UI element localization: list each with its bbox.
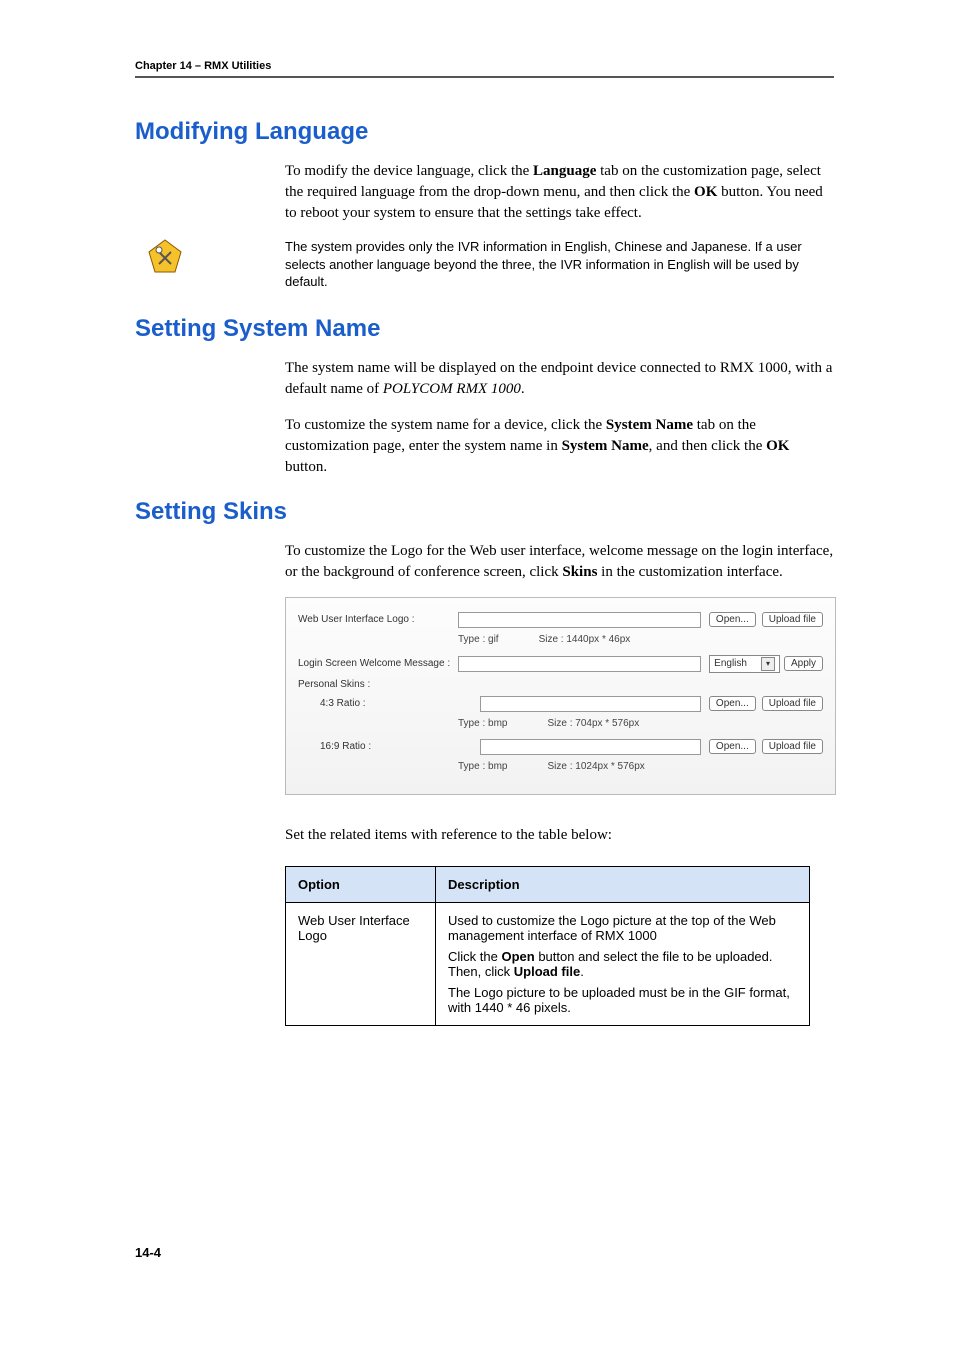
bold: System Name — [562, 438, 649, 454]
meta-type: Type : gif — [458, 634, 499, 645]
sysname-p1: The system name will be displayed on the… — [285, 358, 834, 400]
label-43-ratio: 4:3 Ratio : — [298, 698, 480, 709]
login-msg-input[interactable] — [458, 656, 701, 672]
desc-line: The Logo picture to be uploaded must be … — [448, 985, 797, 1015]
language-select-value: English — [714, 658, 747, 669]
text: To customize the system name for a devic… — [285, 417, 606, 433]
chevron-down-icon: ▾ — [761, 657, 775, 671]
ratio169-input[interactable] — [480, 739, 701, 755]
skins-panel: Web User Interface Logo : Open... Upload… — [285, 597, 836, 795]
text: , and then click the — [649, 438, 766, 454]
label-personal-skins: Personal Skins : — [298, 679, 458, 690]
upload-button[interactable]: Upload file — [762, 612, 823, 627]
note-pin-icon — [145, 238, 185, 291]
th-option: Option — [286, 866, 436, 902]
text: in the customization interface. — [597, 564, 782, 580]
table-intro: Set the related items with reference to … — [285, 825, 834, 846]
label-169-ratio: 16:9 Ratio : — [298, 741, 480, 752]
lang-paragraph: To modify the device language, click the… — [285, 161, 834, 224]
cell-description: Used to customize the Logo picture at th… — [436, 902, 810, 1025]
chapter-header: Chapter 14 – RMX Utilities — [135, 60, 834, 72]
text: button. — [285, 459, 327, 475]
text: To modify the device language, click the — [285, 163, 533, 179]
desc-line: Click the Open button and select the fil… — [448, 949, 797, 979]
label-login-msg: Login Screen Welcome Message : — [298, 658, 458, 669]
table-row: Web User Interface Logo Used to customiz… — [286, 902, 810, 1025]
open-button[interactable]: Open... — [709, 612, 756, 627]
text: The system name will be displayed on the… — [285, 360, 832, 397]
ratio43-input[interactable] — [480, 696, 701, 712]
bold-skins: Skins — [562, 564, 597, 580]
header-rule — [135, 76, 834, 78]
open-button[interactable]: Open... — [709, 739, 756, 754]
desc-line: Used to customize the Logo picture at th… — [448, 913, 797, 943]
page-number: 14-4 — [135, 1245, 161, 1260]
text: . — [580, 964, 584, 979]
web-logo-input[interactable] — [458, 612, 701, 628]
meta-size: Size : 1024px * 576px — [547, 761, 644, 772]
heading-modifying-language: Modifying Language — [135, 118, 834, 146]
bold-open: Open — [501, 949, 534, 964]
italic-default-name: POLYCOM RMX 1000 — [383, 381, 521, 397]
meta-size: Size : 704px * 576px — [547, 718, 639, 729]
note-block: The system provides only the IVR informa… — [135, 238, 834, 291]
bold-ok: OK — [694, 184, 717, 200]
bold: System Name — [606, 417, 693, 433]
meta-type: Type : bmp — [458, 718, 507, 729]
options-table: Option Description Web User Interface Lo… — [285, 866, 810, 1026]
bold-upload: Upload file — [514, 964, 580, 979]
heading-skins: Setting Skins — [135, 498, 834, 526]
text: . — [521, 381, 525, 397]
note-text: The system provides only the IVR informa… — [285, 238, 834, 291]
bold: OK — [766, 438, 789, 454]
skins-p1: To customize the Logo for the Web user i… — [285, 541, 834, 583]
page: Chapter 14 – RMX Utilities Modifying Lan… — [0, 0, 954, 1350]
meta-type: Type : bmp — [458, 761, 507, 772]
open-button[interactable]: Open... — [709, 696, 756, 711]
sysname-p2: To customize the system name for a devic… — [285, 415, 834, 478]
heading-system-name: Setting System Name — [135, 315, 834, 343]
th-description: Description — [436, 866, 810, 902]
label-web-logo: Web User Interface Logo : — [298, 614, 458, 625]
upload-button[interactable]: Upload file — [762, 739, 823, 754]
upload-button[interactable]: Upload file — [762, 696, 823, 711]
meta-size: Size : 1440px * 46px — [539, 634, 631, 645]
text: Click the — [448, 949, 501, 964]
cell-option: Web User Interface Logo — [286, 902, 436, 1025]
bold-language: Language — [533, 163, 596, 179]
language-select[interactable]: English ▾ — [709, 655, 780, 673]
apply-button[interactable]: Apply — [784, 656, 823, 671]
